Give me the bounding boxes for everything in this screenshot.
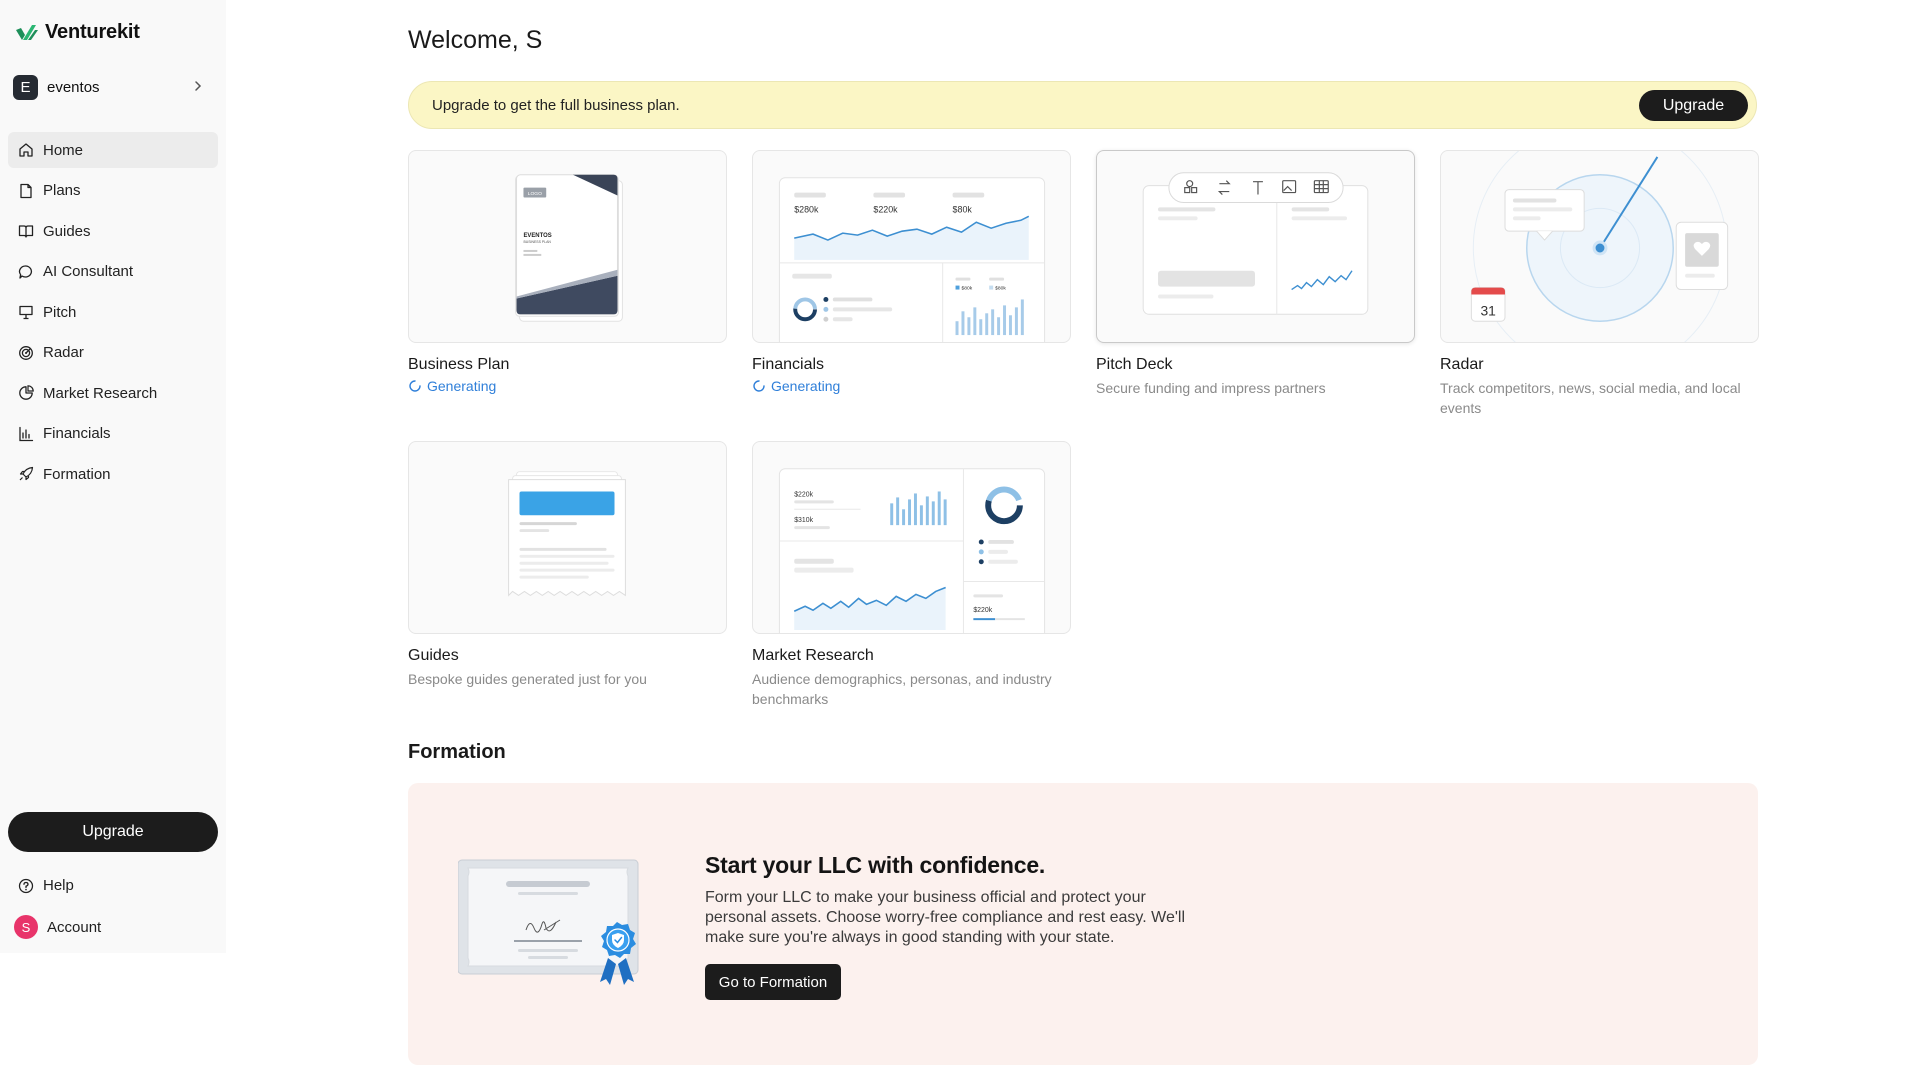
card-subtitle: Secure funding and impress partners [1096, 380, 1326, 396]
venturekit-logo-icon [16, 24, 38, 40]
sidebar-item-guides[interactable]: Guides [8, 213, 218, 249]
home-icon [19, 143, 33, 157]
card-financials[interactable]: $280k $220k $80k $80k $80k Financials Ge… [752, 150, 1071, 394]
mr-metric-1: $220k [794, 491, 813, 498]
financials-illustration: $280k $220k $80k $80k $80k [778, 177, 1046, 342]
card-subtitle: Bespoke guides generated just for you [408, 671, 647, 687]
mr-metric-2: $310k [794, 517, 813, 524]
metric-2: $220k [873, 204, 898, 214]
certificate-illustration [458, 859, 639, 985]
sidebar-item-label: Radar [43, 344, 84, 361]
radar-illustration: 31 [1470, 151, 1729, 342]
card-guides[interactable]: Guides Bespoke guides generated just for… [408, 441, 727, 689]
sidebar-item-radar[interactable]: Radar [8, 335, 218, 371]
card-title: Financials [752, 356, 825, 373]
sidebar-item-label: Guides [43, 222, 91, 240]
rocket-icon [19, 466, 34, 481]
sidebar-upgrade-button[interactable]: Upgrade [8, 812, 218, 852]
metric-3: $80k [953, 204, 973, 214]
card-subtitle: Audience demographics, personas, and ind… [752, 671, 1052, 707]
help-link[interactable]: Help [18, 877, 74, 894]
card-title: Business Plan [408, 356, 510, 373]
help-label: Help [43, 877, 74, 894]
financials-thumbnail: $280k $220k $80k $80k $80k [752, 150, 1071, 343]
card-radar[interactable]: 31 Radar Track competitors, news, social… [1440, 150, 1759, 418]
sidebar-item-market-research[interactable]: Market Research [8, 375, 218, 411]
sidebar-item-home[interactable]: Home [8, 132, 218, 168]
metric-1: $280k [794, 204, 819, 214]
card-title: Pitch Deck [1096, 356, 1173, 373]
guides-illustration [508, 471, 626, 597]
sidebar-item-label: Plans [43, 182, 81, 199]
presentation-icon [19, 305, 33, 320]
card-title: Radar [1440, 356, 1484, 373]
page-title: Welcome, S [408, 26, 543, 54]
sidebar-item-ai-consultant[interactable]: AI Consultant [8, 254, 218, 290]
sidebar-item-formation[interactable]: Formation [8, 456, 218, 492]
mini-metric-2: $80k [995, 286, 1006, 292]
card-subtitle: Track competitors, news, social media, a… [1440, 380, 1741, 416]
go-to-formation-button[interactable]: Go to Formation [705, 964, 841, 1000]
bar-chart-icon [19, 426, 34, 441]
card-market-research[interactable]: $220k $310k $220k Market Research Audien… [752, 441, 1071, 709]
status-text: Generating [771, 378, 841, 394]
upgrade-banner: Upgrade to get the full business plan. U… [408, 81, 1757, 129]
document-icon [20, 183, 32, 198]
market-research-illustration: $220k $310k $220k [778, 468, 1046, 633]
book-icon [18, 225, 34, 238]
sidebar: Venturekit E eventos Home Plans Guides A… [0, 0, 226, 953]
banner-upgrade-button[interactable]: Upgrade [1639, 90, 1748, 121]
radar-thumbnail: 31 [1440, 150, 1759, 343]
pitch-deck-illustration [1142, 172, 1369, 315]
guides-thumbnail [408, 441, 727, 634]
thumb-doc-title: EVENTOS [523, 233, 551, 239]
status-text: Generating [427, 378, 497, 394]
sidebar-item-label: Home [43, 141, 84, 159]
radar-icon [19, 345, 33, 360]
sidebar-item-label: Market Research [43, 384, 158, 402]
workspace-name: eventos [47, 78, 100, 96]
sidebar-item-label: Formation [43, 465, 111, 483]
sidebar-item-financials[interactable]: Financials [8, 416, 218, 452]
chat-bubble-icon [18, 264, 32, 279]
business-plan-thumbnail: LOGO EVENTOS BUSINESS PLAN [408, 150, 727, 343]
market-research-thumbnail: $220k $310k $220k [752, 441, 1071, 634]
sidebar-nav: Home Plans Guides AI Consultant Pitch Ra… [8, 132, 218, 497]
business-plan-illustration: LOGO EVENTOS BUSINESS PLAN [515, 174, 623, 322]
formation-body: Form your LLC to make your business offi… [705, 889, 1186, 946]
sidebar-item-plans[interactable]: Plans [8, 173, 218, 209]
calendar-day: 31 [1480, 302, 1496, 318]
generating-status: Generating [408, 378, 727, 394]
brand-name: Venturekit [45, 21, 140, 43]
brand[interactable]: Venturekit [15, 21, 140, 44]
card-title: Guides [408, 647, 459, 664]
workspace-switcher[interactable]: E eventos [13, 74, 211, 100]
pitch-deck-thumbnail [1096, 150, 1415, 343]
sidebar-item-label: Pitch [43, 303, 77, 321]
chevron-right-icon [195, 81, 202, 91]
sidebar-item-label: AI Consultant [43, 263, 134, 280]
thumb-logo-text: LOGO [528, 191, 542, 197]
card-pitch-deck[interactable]: Pitch Deck Secure funding and impress pa… [1096, 150, 1415, 398]
generating-status: Generating [752, 378, 1071, 394]
workspace-avatar: E [13, 74, 38, 100]
formation-section-title: Formation [408, 741, 506, 763]
mini-metric-1: $80k [961, 286, 972, 292]
spinner-icon [753, 380, 765, 392]
card-business-plan[interactable]: LOGO EVENTOS BUSINESS PLAN Business Plan… [408, 150, 727, 394]
account-label: Account [47, 918, 102, 936]
banner-text: Upgrade to get the full business plan. [432, 96, 680, 114]
spinner-icon [409, 380, 421, 392]
mr-metric-3: $220k [973, 607, 992, 614]
help-icon [18, 878, 34, 893]
card-title: Market Research [752, 647, 874, 664]
avatar: S [14, 915, 38, 939]
sidebar-item-pitch[interactable]: Pitch [8, 294, 218, 330]
thumb-doc-subtitle: BUSINESS PLAN [523, 240, 551, 244]
account-link[interactable]: S Account [14, 915, 101, 939]
formation-panel: Start your LLC with confidence. Form you… [408, 783, 1758, 1065]
formation-headline: Start your LLC with confidence. [705, 852, 1046, 878]
pie-chart-icon [19, 385, 34, 400]
sidebar-item-label: Financials [43, 425, 111, 442]
